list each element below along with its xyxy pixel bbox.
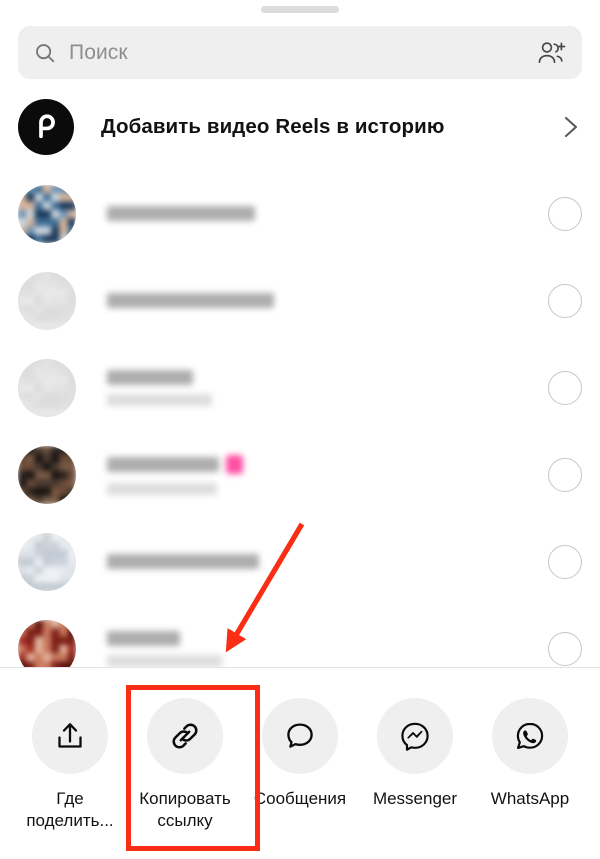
user-identity	[107, 369, 538, 406]
avatar	[18, 184, 76, 243]
user-identity	[107, 293, 538, 308]
avatar	[18, 619, 76, 668]
search-icon	[34, 42, 56, 64]
reels-logo-icon	[18, 99, 74, 155]
share-option-label: Где поделить...	[26, 789, 114, 830]
avatar	[18, 271, 76, 330]
chevron-right-icon[interactable]	[558, 113, 582, 141]
search-bar[interactable]	[18, 26, 582, 79]
avatar	[18, 445, 76, 504]
share-sheet: Добавить видео Reels в историю Где подел…	[0, 0, 600, 859]
share-option-messenger[interactable]: Messenger	[359, 698, 471, 810]
fullname-redacted	[107, 654, 222, 667]
list-divider	[0, 667, 600, 668]
recipient-list[interactable]	[0, 170, 600, 668]
username-redacted	[107, 630, 538, 646]
avatar	[18, 532, 76, 591]
table-row[interactable]	[0, 605, 600, 668]
username-redacted	[107, 369, 538, 385]
fullname-redacted	[107, 393, 212, 406]
sheet-drag-handle-area[interactable]	[0, 0, 600, 18]
select-circle[interactable]	[548, 196, 582, 231]
add-reels-label: Добавить видео Reels в историю	[101, 115, 445, 138]
select-circle[interactable]	[548, 283, 582, 318]
badge-icon	[226, 454, 243, 474]
username-redacted	[107, 206, 538, 221]
add-reels-to-story-row[interactable]: Добавить видео Reels в историю	[0, 92, 600, 162]
add-people-icon[interactable]	[536, 40, 566, 66]
share-option-speech-bubble[interactable]: Сообщения	[244, 698, 356, 810]
search-input[interactable]	[69, 40, 528, 65]
fullname-redacted	[107, 482, 217, 495]
select-circle[interactable]	[548, 631, 582, 666]
user-identity	[107, 630, 538, 667]
share-option-label: Сообщения	[253, 789, 347, 808]
avatar	[18, 358, 76, 417]
username-redacted	[107, 454, 538, 474]
username-redacted	[107, 554, 538, 569]
link-icon[interactable]	[147, 698, 223, 774]
user-identity	[107, 454, 538, 495]
share-destinations-bar: Где поделить... Копировать ссылку Сообще…	[0, 676, 600, 859]
table-row[interactable]	[0, 344, 600, 431]
table-row[interactable]	[0, 431, 600, 518]
select-circle[interactable]	[548, 544, 582, 579]
share-option-label: Копировать ссылку	[139, 789, 231, 830]
table-row[interactable]	[0, 518, 600, 605]
drag-handle[interactable]	[261, 5, 339, 13]
share-option-share-upload[interactable]: Где поделить...	[14, 698, 126, 832]
share-upload-icon[interactable]	[32, 698, 108, 774]
messenger-icon[interactable]	[377, 698, 453, 774]
username-redacted	[107, 293, 538, 308]
table-row[interactable]	[0, 170, 600, 257]
select-circle[interactable]	[548, 457, 582, 492]
share-option-label: WhatsApp	[490, 789, 570, 808]
table-row[interactable]	[0, 257, 600, 344]
select-circle[interactable]	[548, 370, 582, 405]
user-identity	[107, 554, 538, 569]
share-option-whatsapp[interactable]: WhatsApp	[474, 698, 586, 810]
share-option-label: Messenger	[372, 789, 458, 808]
whatsapp-icon[interactable]	[492, 698, 568, 774]
speech-bubble-icon[interactable]	[262, 698, 338, 774]
share-option-link[interactable]: Копировать ссылку	[129, 698, 241, 832]
user-identity	[107, 206, 538, 221]
